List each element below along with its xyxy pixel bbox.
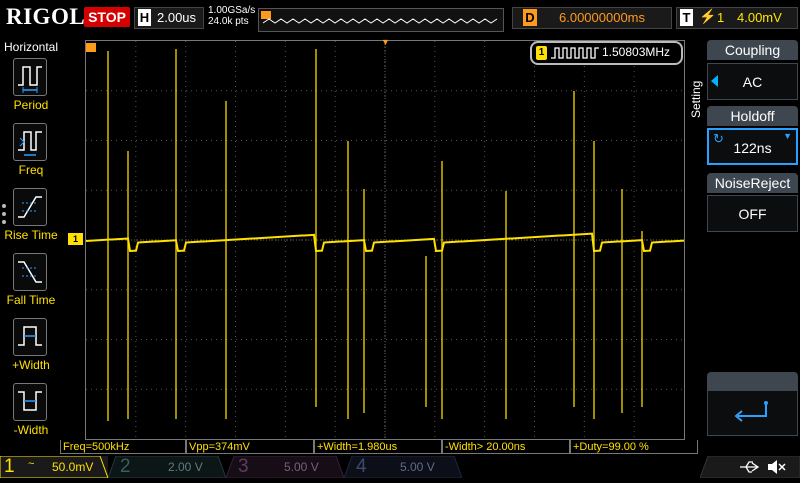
waveform-graticule [85,41,685,439]
rigol-logo: RIGOL [6,4,86,29]
delay-key: D [523,9,537,26]
channel1-offset-marker[interactable]: 1 [68,233,83,245]
pretrigger-marker [86,43,96,52]
channel3-scale: 5.00 V [284,460,319,474]
channel1-tab[interactable]: 1 ~ 50.0mV [0,456,108,478]
coupling-value: AC [742,74,763,90]
channel2-scale: 2.00 V [168,460,203,474]
channel2-tab[interactable]: 2 2.00 V [108,456,226,478]
menu-item-label: +Width [12,358,50,372]
menu-item-negative-width[interactable]: -Width [0,383,62,445]
settings-tab[interactable]: Setting [686,40,704,140]
delay-box[interactable]: D 6.00000000ms [512,7,672,29]
holdoff-input[interactable]: ↻ ▼ 122ns [707,128,798,165]
acquisition-info: 1.00GSa/s 24.0k pts [208,5,255,27]
memory-overview-bar[interactable] [258,8,504,32]
trigger-key: T [680,9,693,26]
noise-reject-value: OFF [738,206,767,222]
usb-icon [740,461,760,473]
delay-value: 6.00000000ms [559,10,646,25]
period-icon [13,58,47,96]
speaker-muted-icon [768,460,786,474]
menu-item-label: -Width [13,423,49,437]
menu-item-label: Fall Time [6,293,56,307]
frequency-counter: 1 1.50803MHz [530,41,683,65]
counter-channel: 1 [536,46,547,60]
menu-item-label: Rise Time [4,228,58,242]
holdoff-value: 122ns [733,140,772,156]
menu-item-label: Freq [18,163,44,177]
noise-reject-label: NoiseReject [707,173,798,193]
timebase-value: 2.00us [157,10,197,25]
measurement-positive-width[interactable]: +Width=1.980us [314,440,442,454]
noise-reject-toggle[interactable]: OFF [707,195,798,232]
channel1-scale: 50.0mV [52,460,94,474]
trigger-level: 4.00mV [737,10,782,25]
channel4-tab[interactable]: 4 5.00 V [344,456,462,478]
fall-time-icon [13,253,47,291]
return-button[interactable] [707,372,798,436]
rotate-knob-icon: ↻ [713,131,724,146]
ac-coupling-icon: ~ [28,458,35,470]
waveform-display[interactable] [85,40,685,440]
rise-time-icon [13,188,47,226]
measurement-positive-duty[interactable]: +Duty=99.00 % [570,440,698,454]
coupling-select[interactable]: AC [707,63,798,100]
menu-item-freq[interactable]: Freq [0,123,62,185]
measurement-vpp[interactable]: Vpp=374mV [186,440,314,454]
sample-rate: 1.00GSa/s [208,5,256,16]
run-stop-button[interactable]: STOP [84,7,130,27]
menu-item-rise-time[interactable]: Rise Time [0,188,62,250]
trigger-source: 1 [717,10,725,25]
measurement-negative-width[interactable]: -Width> 20.00ns [442,440,570,454]
caret-left-icon [711,75,718,87]
trigger-position-marker: ▼ [381,37,390,47]
square-wave-icon [551,47,599,59]
status-icons-area [699,455,800,479]
menu-item-label: Period [13,98,49,112]
settings-tab-label: Setting [689,80,703,118]
coupling-label: Coupling [707,40,798,60]
rising-edge-icon: ⚡ [699,8,717,24]
memory-overview-waveform [261,11,498,24]
menu-title: Horizontal [3,40,59,54]
channel4-scale: 5.00 V [400,460,435,474]
menu-item-period[interactable]: Period [0,58,62,120]
horizontal-timebase[interactable]: H 2.00us [134,7,204,29]
positive-width-icon [13,318,47,356]
trigger-box[interactable]: T ⚡ 1 4.00mV [676,7,798,29]
frequency-icon [13,123,47,161]
channel1-number: 1 [4,456,15,477]
memory-depth: 24.0k pts [208,16,249,27]
return-arrow-icon [734,401,768,422]
channel4-number: 4 [356,456,367,477]
menu-item-fall-time[interactable]: Fall Time [0,253,62,315]
menu-item-positive-width[interactable]: +Width [0,318,62,380]
horizontal-key: H [138,9,151,26]
negative-width-icon [13,383,47,421]
channel3-tab[interactable]: 3 5.00 V [226,456,344,478]
channel3-number: 3 [238,456,249,477]
measurement-freq[interactable]: Freq=500kHz [60,440,186,454]
adjust-icon: ▼ [783,131,792,141]
channel2-number: 2 [120,456,131,477]
counter-value: 1.50803MHz [602,45,671,59]
